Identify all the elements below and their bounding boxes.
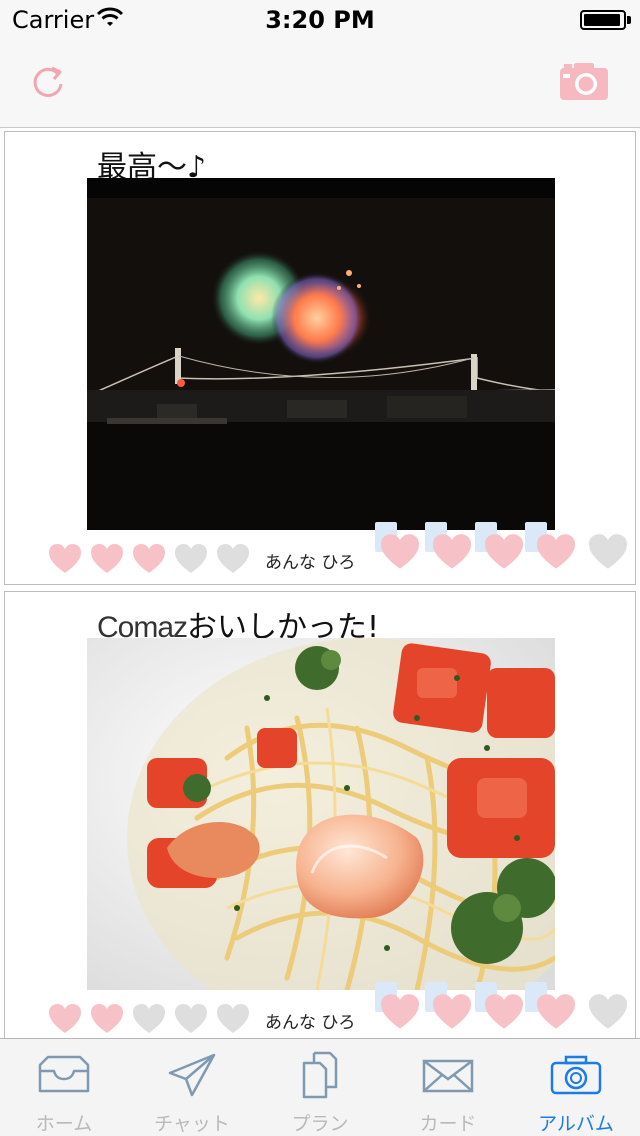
rating-heart-icon[interactable] <box>91 1004 123 1034</box>
reaction-heart-icon[interactable] <box>537 994 575 1030</box>
inbox-icon <box>38 1055 90 1093</box>
paper-plane-icon <box>168 1053 216 1097</box>
tab-chat[interactable]: チャット <box>128 1039 256 1136</box>
tab-plan[interactable]: プラン <box>256 1039 384 1136</box>
tab-card[interactable]: カード <box>384 1039 512 1136</box>
rating-stars[interactable] <box>49 1004 249 1034</box>
rating-heart-icon[interactable] <box>91 544 123 574</box>
reload-icon[interactable] <box>28 62 68 102</box>
rating-heart-icon[interactable] <box>217 1004 249 1034</box>
post-photo-fireworks[interactable] <box>87 178 555 530</box>
tab-label: プラン <box>291 1113 349 1135</box>
rating-heart-icon[interactable] <box>175 544 207 574</box>
rating-heart-icon[interactable] <box>133 544 165 574</box>
battery-icon <box>580 10 626 30</box>
reaction-heart-icon[interactable] <box>589 994 627 1030</box>
status-time: 3:20 PM <box>265 6 375 34</box>
reaction-heart-icon[interactable] <box>485 994 523 1030</box>
reaction-heart-icon[interactable] <box>381 534 419 570</box>
reaction-hearts[interactable] <box>381 534 627 570</box>
rating-heart-icon[interactable] <box>175 1004 207 1034</box>
navigation-bar: Carrier 3:20 PM <box>0 0 640 128</box>
reaction-heart-icon[interactable] <box>433 534 471 570</box>
rating-heart-icon[interactable] <box>133 1004 165 1034</box>
tab-bar: ホーム チャット プラン カード アルバム <box>0 1038 640 1136</box>
battery-tip <box>627 16 631 24</box>
tab-album[interactable]: アルバム <box>512 1039 640 1136</box>
tab-label: カード <box>419 1113 477 1135</box>
album-feed[interactable]: 最高〜♪ あんな ひろ Comazおいしかった! あんな ひろ <box>0 128 640 1038</box>
reaction-group <box>371 522 631 578</box>
reaction-heart-icon[interactable] <box>433 994 471 1030</box>
rating-stars[interactable] <box>49 544 249 574</box>
post-photo-pasta[interactable] <box>87 638 555 990</box>
post-members: あんな ひろ <box>265 1013 356 1033</box>
reaction-group <box>371 982 631 1038</box>
reaction-heart-icon[interactable] <box>485 534 523 570</box>
album-post: 最高〜♪ あんな ひろ <box>4 131 636 585</box>
documents-icon <box>302 1051 338 1099</box>
envelope-icon <box>422 1059 474 1093</box>
post-members: あんな ひろ <box>265 553 356 573</box>
tab-label: アルバム <box>538 1113 614 1135</box>
tab-home[interactable]: ホーム <box>0 1039 128 1136</box>
album-post: Comazおいしかった! あんな ひろ <box>4 591 636 1038</box>
reaction-heart-icon[interactable] <box>589 534 627 570</box>
tab-label: ホーム <box>35 1113 93 1135</box>
rating-heart-icon[interactable] <box>49 1004 81 1034</box>
reaction-heart-icon[interactable] <box>381 994 419 1030</box>
reaction-hearts[interactable] <box>381 994 627 1030</box>
rating-heart-icon[interactable] <box>217 544 249 574</box>
camera-icon[interactable] <box>558 60 610 102</box>
status-bar: Carrier 3:20 PM <box>0 0 640 40</box>
reaction-heart-icon[interactable] <box>537 534 575 570</box>
tab-label: チャット <box>154 1113 230 1135</box>
rating-heart-icon[interactable] <box>49 544 81 574</box>
camera-icon <box>550 1055 602 1095</box>
